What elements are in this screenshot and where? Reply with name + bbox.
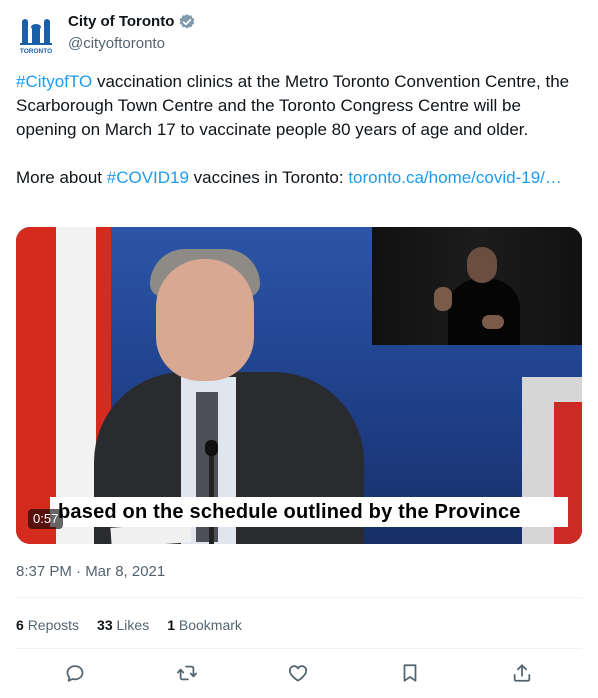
tweet-paragraph-2: More about #COVID19 vaccines in Toronto:… bbox=[16, 166, 582, 190]
sign-language-interpreter-inset bbox=[372, 227, 582, 345]
account-avatar[interactable]: TORONTO bbox=[16, 10, 56, 58]
repost-button[interactable] bbox=[173, 659, 201, 687]
microphone bbox=[205, 440, 218, 456]
bookmarks-label: Bookmark bbox=[178, 617, 242, 633]
display-name-row[interactable]: City of Toronto bbox=[68, 12, 196, 32]
video-caption: based on the schedule outlined by the Pr… bbox=[50, 497, 568, 527]
tweet-paragraph-1: #CityofTO vaccination clinics at the Met… bbox=[16, 70, 582, 142]
reply-icon bbox=[66, 665, 84, 682]
reposts-stat[interactable]: 6 Reposts bbox=[16, 614, 79, 636]
action-bar bbox=[16, 655, 582, 695]
bookmark-button[interactable] bbox=[396, 659, 424, 687]
interpreter-hand bbox=[434, 287, 452, 311]
vaccines-text: vaccines in Toronto: bbox=[188, 168, 349, 187]
tweet-header: TORONTO City of Toronto @cityoftoronto bbox=[16, 10, 582, 58]
tweet-text: #CityofTO vaccination clinics at the Met… bbox=[16, 70, 582, 190]
interpreter-body bbox=[448, 279, 520, 345]
repost-icon bbox=[176, 665, 198, 681]
share-icon bbox=[513, 664, 531, 682]
reposts-label: Reposts bbox=[27, 617, 80, 633]
account-handle[interactable]: @cityoftoronto bbox=[68, 34, 196, 54]
toronto-covid-link[interactable]: toronto.ca/home/covid-19/… bbox=[348, 168, 562, 187]
reply-button[interactable] bbox=[61, 659, 89, 687]
divider bbox=[16, 648, 582, 649]
more-about-text: More about bbox=[16, 168, 107, 187]
likes-count: 33 bbox=[97, 617, 113, 633]
share-button[interactable] bbox=[508, 659, 536, 687]
hashtag-covid19-link[interactable]: #COVID19 bbox=[107, 168, 189, 187]
interpreter-hand bbox=[482, 315, 504, 329]
interpreter-head bbox=[467, 247, 497, 283]
divider bbox=[16, 597, 582, 598]
logo-text: TORONTO bbox=[20, 48, 52, 55]
engagement-stats: 6 Reposts 33 Likes 1 Bookmark bbox=[16, 614, 242, 636]
like-button[interactable] bbox=[284, 659, 312, 687]
likes-stat[interactable]: 33 Likes bbox=[97, 614, 149, 636]
video-player[interactable]: based on the schedule outlined by the Pr… bbox=[16, 227, 582, 544]
tweet-timestamp[interactable]: 8:37 PM · Mar 8, 2021 bbox=[16, 562, 165, 582]
bookmarks-stat[interactable]: 1 Bookmark bbox=[167, 614, 242, 636]
hashtag-cityofto-link[interactable]: #CityofTO bbox=[16, 72, 92, 91]
likes-label: Likes bbox=[116, 617, 150, 633]
tweet-body-text: vaccination clinics at the Metro Toronto… bbox=[16, 72, 570, 139]
video-duration: 0:57 bbox=[28, 509, 64, 529]
display-name[interactable]: City of Toronto bbox=[68, 12, 174, 32]
bookmarks-count: 1 bbox=[167, 617, 175, 633]
account-name-block: City of Toronto @cityoftoronto bbox=[68, 12, 196, 54]
bookmark-icon bbox=[403, 664, 417, 682]
speaker-head bbox=[156, 259, 254, 381]
verified-badge-icon bbox=[180, 14, 195, 29]
microphone-stem bbox=[209, 442, 214, 544]
toronto-logo-icon: TORONTO bbox=[20, 19, 52, 55]
like-icon bbox=[288, 665, 308, 682]
reposts-count: 6 bbox=[16, 617, 24, 633]
